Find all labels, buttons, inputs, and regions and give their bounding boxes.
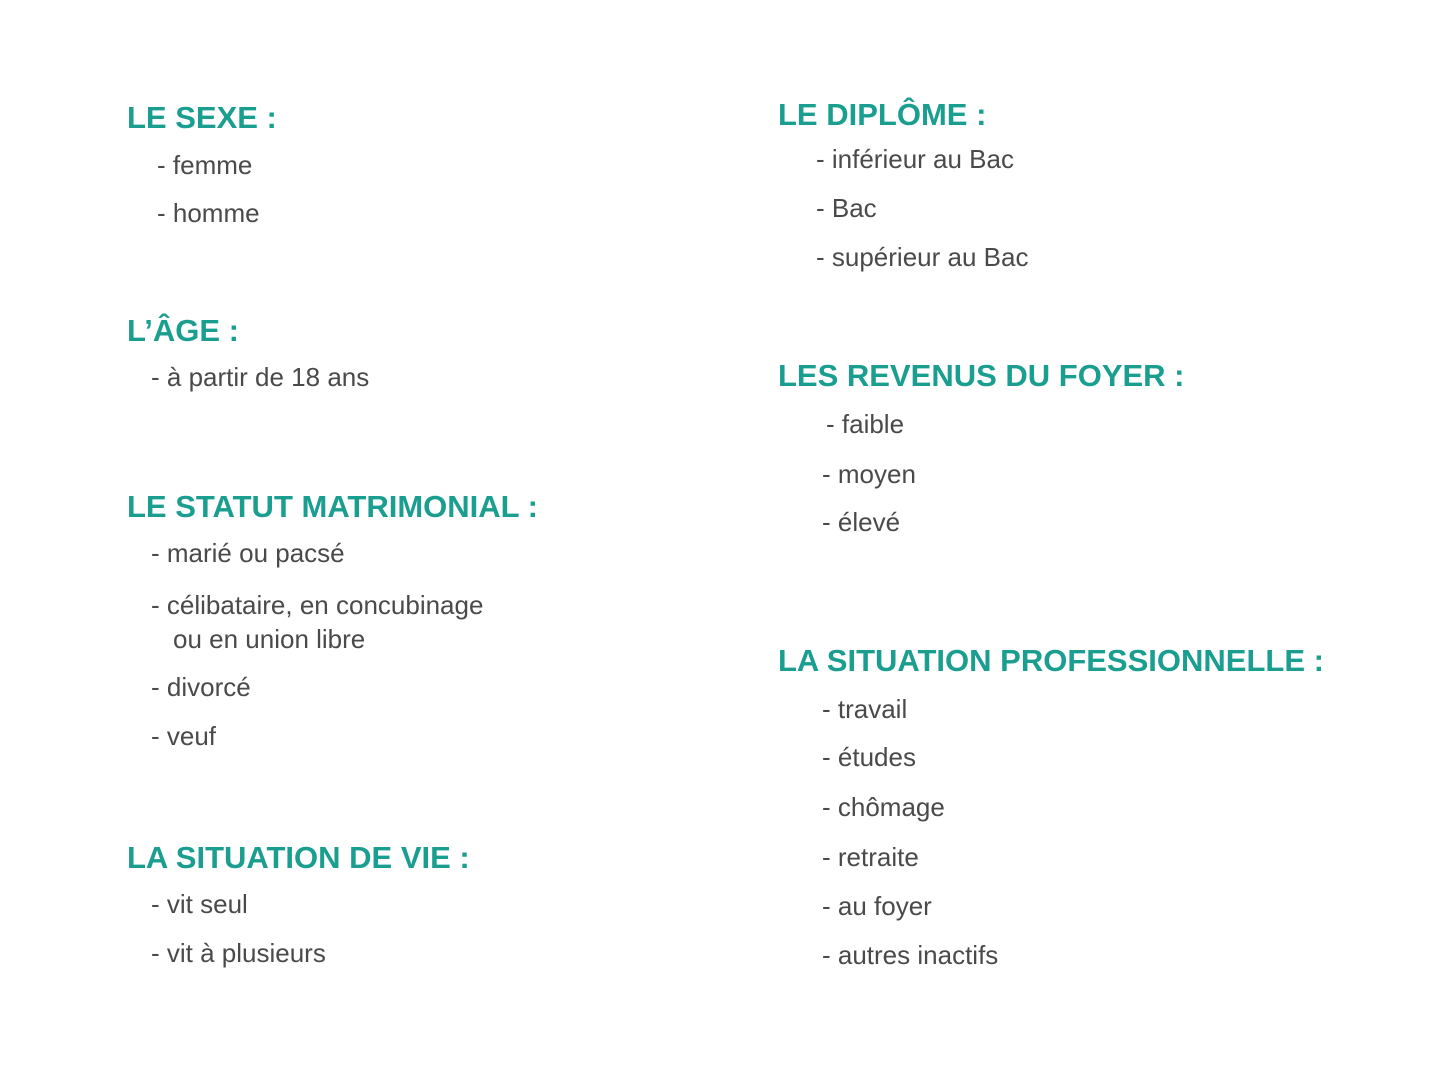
item-faible: - faible — [826, 409, 905, 439]
section-diplome: LE DIPLÔME : — [778, 97, 986, 133]
item-retraite: - retraite — [822, 842, 919, 872]
item-etudes: - études — [822, 742, 916, 772]
item-chomage: - chômage — [822, 792, 945, 822]
item-vit-plusieurs: - vit à plusieurs — [151, 938, 326, 968]
section-sexe: LE SEXE : — [127, 100, 277, 136]
item-femme: - femme — [157, 150, 253, 180]
heading-vie: LA SITUATION DE VIE : — [127, 840, 470, 875]
item-au-foyer: - au foyer — [822, 891, 932, 921]
section-pro: LA SITUATION PROFESSIONNELLE : — [778, 643, 1324, 679]
item-superieur-bac: - supérieur au Bac — [816, 242, 1029, 272]
item-divorce: - divorcé — [151, 672, 251, 702]
heading-diplome: LE DIPLÔME : — [778, 97, 987, 132]
item-homme: - homme — [157, 198, 260, 228]
item-celibataire-cont: ou en union libre — [173, 624, 366, 654]
item-autres-inactifs: - autres inactifs — [822, 940, 999, 970]
item-veuf: - veuf — [151, 721, 217, 751]
item-vit-seul: - vit seul — [151, 889, 248, 919]
item-celibataire: - célibataire, en concubinage — [151, 590, 484, 620]
item-age-18: - à partir de 18 ans — [151, 362, 370, 392]
heading-pro: LA SITUATION PROFESSIONNELLE : — [778, 643, 1324, 678]
heading-revenus: LES REVENUS DU FOYER : — [778, 358, 1185, 393]
item-inferieur-bac: - inférieur au Bac — [816, 144, 1014, 174]
item-travail: - travail — [822, 694, 908, 724]
item-bac: - Bac — [816, 193, 877, 223]
item-moyen: - moyen — [822, 459, 916, 489]
section-revenus: LES REVENUS DU FOYER : — [778, 358, 1185, 394]
item-marie: - marié ou pacsé — [151, 538, 345, 568]
section-vie: LA SITUATION DE VIE : — [127, 840, 470, 876]
heading-age: L’ÂGE : — [127, 313, 239, 348]
item-eleve: - élevé — [822, 507, 901, 537]
section-statut: LE STATUT MATRIMONIAL : — [127, 489, 538, 525]
heading-statut: LE STATUT MATRIMONIAL : — [127, 489, 538, 524]
section-age: L’ÂGE : — [127, 313, 239, 349]
heading-sexe: LE SEXE : — [127, 100, 277, 135]
